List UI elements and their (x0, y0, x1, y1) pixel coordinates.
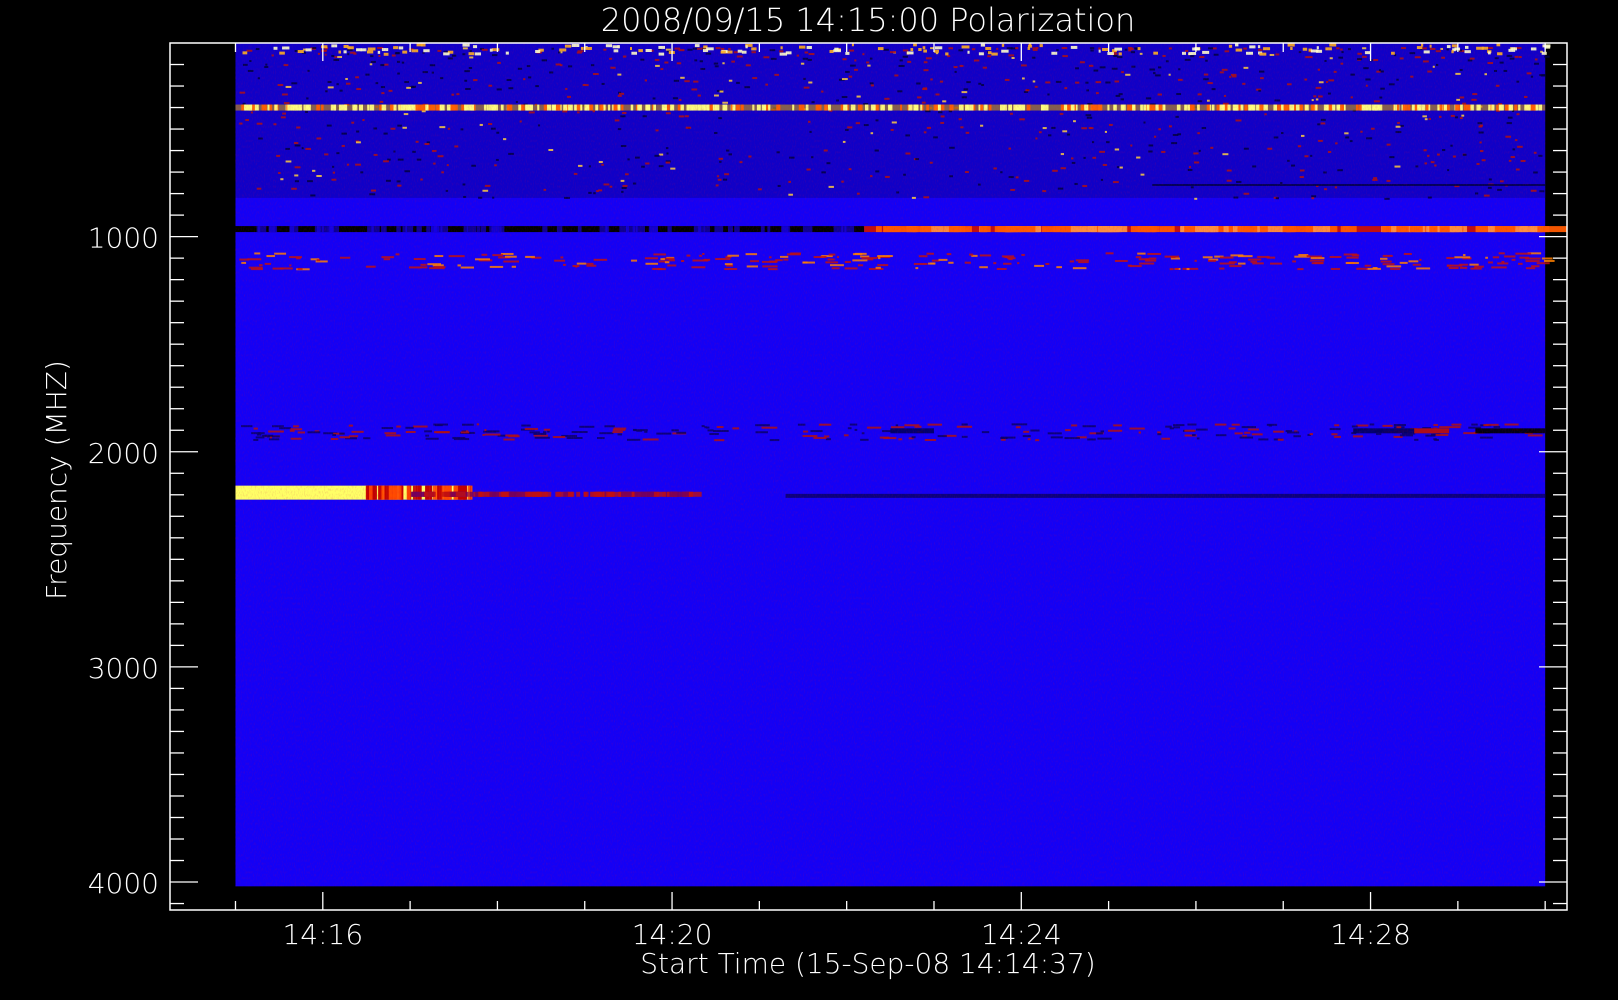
y-tick-label: 2000 (88, 437, 159, 470)
heatmap-feature-red-dashed-band (1544, 259, 1555, 262)
x-tick-label: 14:16 (282, 918, 363, 951)
heatmap-area (235, 43, 1567, 887)
spectrogram-figure: 2008/09/15 14:15:00 Polarization 14:16 14… (0, 0, 1618, 1000)
y-tick-label: 1000 (88, 222, 159, 255)
y-axis-label: Frequency (MHZ) (40, 360, 73, 600)
heatmap-noise-texture (235, 43, 1546, 887)
x-axis-label: Start Time (15-Sep-08 14:14:37) (640, 947, 1095, 980)
y-tick-label: 3000 (88, 652, 159, 685)
heatmap-feature-orange-band (1545, 226, 1567, 233)
x-tick-label: 14:28 (1330, 918, 1411, 951)
chart-title: 2008/09/15 14:15:00 Polarization (601, 1, 1135, 39)
y-tick-label: 4000 (88, 867, 159, 900)
